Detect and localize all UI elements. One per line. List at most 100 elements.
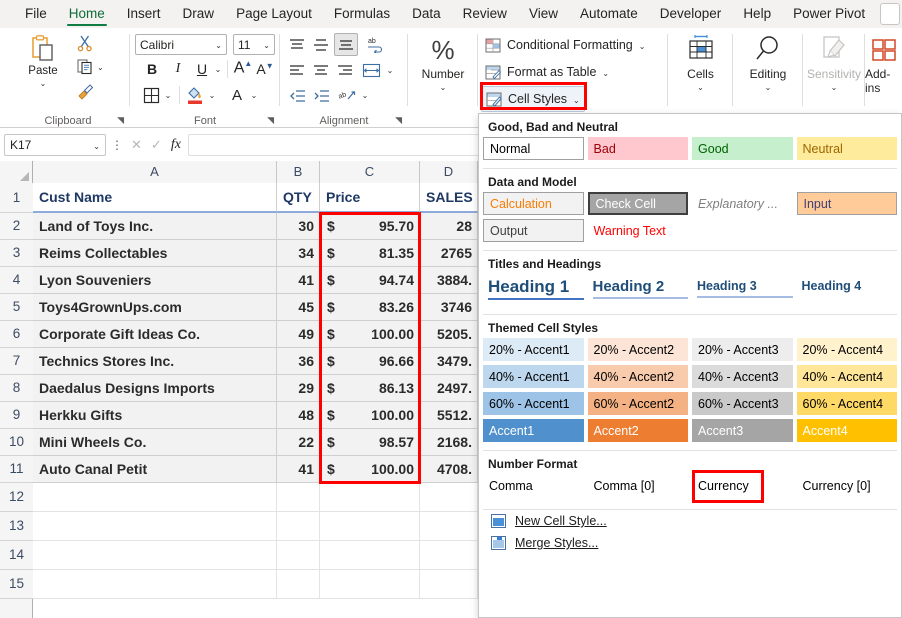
format-as-table-button[interactable]: Format as Table ⌄ [481, 60, 613, 84]
cell-C6[interactable]: $100.00 [320, 321, 420, 348]
font-size-combobox[interactable]: 11 ⌄ [233, 34, 275, 55]
new-cell-style-command[interactable]: New Cell Style... [479, 510, 901, 532]
chevron-down-icon[interactable]: ⌄ [697, 84, 704, 92]
tab-data[interactable]: Data [401, 0, 452, 28]
align-left-button[interactable] [286, 60, 308, 81]
tab-insert[interactable]: Insert [116, 0, 172, 28]
font-dialog-launcher[interactable]: ◥ [267, 115, 274, 126]
tab-home[interactable]: Home [58, 0, 116, 28]
cell-C5[interactable]: $83.26 [320, 294, 420, 321]
style-20-accent2[interactable]: 20% - Accent2 [587, 338, 688, 361]
cell-D1[interactable]: SALES [420, 183, 478, 213]
cell-B4[interactable]: 41 [277, 267, 320, 294]
number-format-button[interactable]: % Number ⌄ [408, 36, 478, 92]
style-60-accent4[interactable]: 60% - Accent4 [796, 392, 897, 415]
tab-help[interactable]: Help [732, 0, 782, 28]
cell-C11[interactable]: $100.00 [320, 456, 420, 483]
comments-button[interactable] [880, 3, 900, 25]
row-header-3[interactable]: 3 [0, 240, 33, 267]
font-color-dropdown[interactable]: ⌄ [248, 87, 260, 101]
cell-B6[interactable]: 49 [277, 321, 320, 348]
tab-draw[interactable]: Draw [172, 0, 226, 28]
row-header-14[interactable]: 14 [0, 541, 33, 570]
alignment-dialog-launcher[interactable]: ◥ [395, 115, 402, 126]
style-heading-3[interactable]: Heading 3 [692, 274, 793, 304]
copy-button[interactable]: ⌄ [76, 57, 104, 75]
cell-A15[interactable] [33, 570, 277, 599]
name-box[interactable]: K17 ⌄ [4, 134, 106, 156]
row-header-5[interactable]: 5 [0, 294, 33, 321]
confirm-icon[interactable]: ✓ [151, 137, 162, 153]
chevron-down-icon[interactable]: ⌄ [40, 80, 47, 88]
borders-dropdown[interactable]: ⌄ [162, 87, 174, 101]
cell-C8[interactable]: $86.13 [320, 375, 420, 402]
cell-B15[interactable] [277, 570, 320, 599]
cell-A8[interactable]: Daedalus Designs Imports [33, 375, 277, 402]
style-accent1[interactable]: Accent1 [483, 419, 584, 442]
style-40-accent2[interactable]: 40% - Accent2 [587, 365, 688, 388]
style-accent2[interactable]: Accent2 [587, 419, 688, 442]
cell-B10[interactable]: 22 [277, 429, 320, 456]
cell-D15[interactable] [420, 570, 478, 599]
style-60-accent3[interactable]: 60% - Accent3 [692, 392, 793, 415]
cancel-icon[interactable]: ✕ [131, 137, 142, 153]
cell-C14[interactable] [320, 541, 420, 570]
tab-developer[interactable]: Developer [649, 0, 733, 28]
tab-review[interactable]: Review [452, 0, 518, 28]
column-header-d[interactable]: D [420, 161, 478, 183]
cell-A3[interactable]: Reims Collectables [33, 240, 277, 267]
style-heading-1[interactable]: Heading 1 [483, 274, 584, 304]
cell-A13[interactable] [33, 512, 277, 541]
font-name-combobox[interactable]: Calibri ⌄ [135, 34, 227, 55]
row-header-9[interactable]: 9 [0, 402, 33, 429]
cell-C7[interactable]: $96.66 [320, 348, 420, 375]
tab-formulas[interactable]: Formulas [323, 0, 401, 28]
cell-C3[interactable]: $81.35 [320, 240, 420, 267]
style-neutral[interactable]: Neutral [796, 137, 897, 160]
cell-B1[interactable]: QTY [277, 183, 320, 213]
merge-dropdown[interactable]: ⌄ [384, 62, 396, 76]
style-comma-0[interactable]: Comma [0] [588, 474, 689, 497]
style-20-accent4[interactable]: 20% - Accent4 [796, 338, 897, 361]
cell-B7[interactable]: 36 [277, 348, 320, 375]
cell-B2[interactable]: 30 [277, 213, 320, 240]
addins-button[interactable]: Add-ins [865, 38, 902, 95]
cell-B3[interactable]: 34 [277, 240, 320, 267]
cell-styles-button[interactable]: Cell Styles ⌄ [481, 86, 585, 112]
row-header-4[interactable]: 4 [0, 267, 33, 294]
borders-button[interactable] [140, 85, 162, 105]
row-header-2[interactable]: 2 [0, 213, 33, 240]
cell-B11[interactable]: 41 [277, 456, 320, 483]
tab-power-pivot[interactable]: Power Pivot [782, 0, 876, 28]
cell-A2[interactable]: Land of Toys Inc. [33, 213, 277, 240]
cell-B5[interactable]: 45 [277, 294, 320, 321]
cell-B14[interactable] [277, 541, 320, 570]
align-middle-button[interactable] [310, 34, 332, 55]
cut-button[interactable] [76, 34, 94, 52]
cell-A9[interactable]: Herkku Gifts [33, 402, 277, 429]
row-header-13[interactable]: 13 [0, 512, 33, 541]
style-output[interactable]: Output [483, 219, 584, 242]
chevron-down-icon[interactable]: ⌄ [440, 84, 447, 92]
cell-B9[interactable]: 48 [277, 402, 320, 429]
fill-color-button[interactable] [184, 84, 206, 106]
sensitivity-button[interactable]: Sensitivity ⌄ [803, 34, 865, 92]
row-header-8[interactable]: 8 [0, 375, 33, 402]
cells-button[interactable]: Cells ⌄ [668, 34, 733, 92]
column-header-a[interactable]: A [33, 161, 277, 183]
decrease-font-size-button[interactable]: A▼ [254, 58, 276, 79]
cell-A11[interactable]: Auto Canal Petit [33, 456, 277, 483]
cell-A12[interactable] [33, 483, 277, 512]
merge-and-center-button[interactable] [360, 59, 383, 81]
cell-A6[interactable]: Corporate Gift Ideas Co. [33, 321, 277, 348]
align-top-button[interactable] [286, 34, 308, 55]
conditional-formatting-button[interactable]: Conditional Formatting ⌄ [481, 33, 649, 57]
fill-color-dropdown[interactable]: ⌄ [206, 87, 218, 101]
cell-D5[interactable]: 3746 [420, 294, 478, 321]
cell-C13[interactable] [320, 512, 420, 541]
style-currency-0[interactable]: Currency [0] [797, 474, 898, 497]
row-header-12[interactable]: 12 [0, 483, 33, 512]
cell-B13[interactable] [277, 512, 320, 541]
cell-A14[interactable] [33, 541, 277, 570]
align-right-button[interactable] [334, 60, 356, 81]
